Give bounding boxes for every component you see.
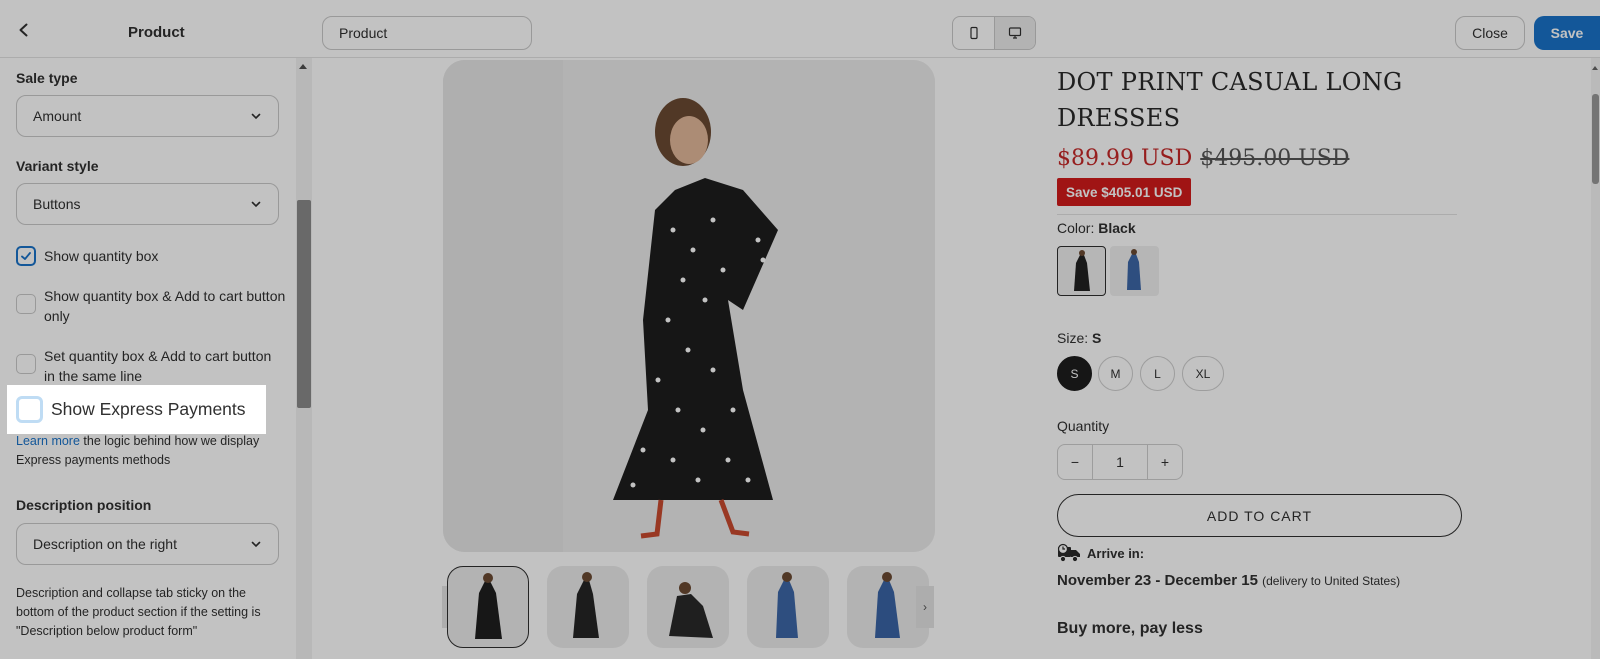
delivery-truck-icon: [1057, 543, 1080, 563]
checkbox-label: Show quantity box: [44, 248, 159, 264]
main-product-image[interactable]: [443, 60, 935, 552]
add-to-cart-button[interactable]: ADD TO CART: [1057, 494, 1462, 537]
show-quantity-box-checkbox[interactable]: Show quantity box: [16, 246, 286, 266]
checkbox-box[interactable]: [16, 396, 43, 423]
checkmark-icon: [21, 252, 31, 260]
color-swatch-black[interactable]: [1057, 246, 1106, 296]
description-position-note: Description and collapse tab sticky on t…: [16, 586, 261, 638]
price-row: $89.99 USD $495.00 USD: [1057, 146, 1349, 171]
quantity-and-cart-only-checkbox[interactable]: Show quantity box & Add to cart button o…: [16, 286, 286, 326]
delivery-dates: November 23 - December 15: [1057, 572, 1258, 589]
express-payments-note: Learn more the logic behind how we displ…: [16, 432, 281, 470]
quantity-decrease-button[interactable]: −: [1058, 445, 1092, 479]
mobile-view-button[interactable]: [953, 17, 994, 49]
thumbnail-strip: [447, 566, 929, 648]
size-option-xl[interactable]: XL: [1182, 356, 1224, 391]
show-express-payments-checkbox[interactable]: Show Express Payments: [7, 385, 266, 434]
checkbox-box[interactable]: [16, 354, 36, 374]
checkbox-label: Set quantity box & Add to cart button in…: [44, 348, 272, 384]
variant-style-value: Buttons: [33, 196, 81, 212]
thumb-next-arrow[interactable]: ›: [916, 586, 934, 628]
delivery-estimate: November 23 - December 15 (delivery to U…: [1057, 572, 1400, 589]
color-label: Color: Black: [1057, 220, 1136, 236]
color-swatch-blue[interactable]: [1110, 246, 1159, 296]
size-option-l[interactable]: L: [1140, 356, 1175, 391]
description-position-heading: Description position: [16, 497, 152, 513]
checkbox-label: Show Express Payments: [51, 399, 246, 419]
thumbnail[interactable]: [547, 566, 629, 648]
quantity-stepper: − 1 +: [1057, 444, 1183, 480]
preview-scrollbar-thumb[interactable]: [1592, 94, 1599, 184]
save-badge: Save $405.01 USD: [1057, 178, 1192, 206]
size-option-m[interactable]: M: [1098, 356, 1133, 391]
color-label-text: Color:: [1057, 220, 1095, 236]
checkbox-label: Show quantity box & Add to cart button o…: [44, 288, 286, 324]
color-value: Black: [1098, 220, 1136, 236]
size-value: S: [1092, 330, 1102, 346]
divider: [1057, 214, 1457, 215]
device-toggle: [952, 16, 1036, 50]
description-position-select[interactable]: Description on the right: [16, 523, 279, 565]
chevron-down-icon: [251, 113, 261, 120]
quantity-label: Quantity: [1057, 418, 1110, 434]
sale-type-heading: Sale type: [16, 70, 78, 86]
variant-style-select[interactable]: Buttons: [16, 183, 279, 225]
chevron-down-icon: [251, 201, 261, 208]
description-position-value: Description on the right: [33, 536, 177, 552]
quantity-increase-button[interactable]: +: [1148, 445, 1182, 479]
preview-scroll-up-arrow[interactable]: [1592, 66, 1598, 70]
thumbnail[interactable]: [647, 566, 729, 648]
mobile-icon: [969, 26, 978, 40]
settings-scrollbar-thumb[interactable]: [297, 200, 311, 408]
checkbox-box[interactable]: [16, 294, 36, 314]
sale-type-select[interactable]: Amount: [16, 95, 279, 137]
arrive-in: Arrive in:: [1057, 542, 1144, 564]
product-title: DOT PRINT CASUAL LONG DRESSES: [1057, 68, 1403, 132]
arrive-label: Arrive in:: [1087, 545, 1145, 561]
product-preview: ‹ › DOT PRINT CASUAL LONG DRESSES $89.99…: [312, 58, 1600, 659]
size-label-text: Size:: [1057, 330, 1089, 346]
thumbnail[interactable]: [447, 566, 529, 648]
compare-price: $495.00 USD: [1200, 146, 1350, 171]
thumbnail[interactable]: [747, 566, 829, 648]
close-button[interactable]: Close: [1455, 16, 1525, 50]
buy-more-heading: Buy more, pay less: [1057, 620, 1203, 637]
quantity-input[interactable]: 1: [1092, 445, 1148, 479]
checkbox-box[interactable]: [16, 246, 36, 266]
sale-price: $89.99 USD: [1057, 146, 1193, 171]
save-button[interactable]: Save: [1534, 16, 1600, 50]
learn-more-link[interactable]: Learn more: [16, 434, 80, 448]
panel-title: Product: [128, 24, 185, 41]
variant-style-heading: Variant style: [16, 158, 99, 174]
sale-type-value: Amount: [33, 108, 82, 124]
chevron-down-icon: [251, 541, 261, 548]
delivery-note: (delivery to United States): [1262, 574, 1401, 588]
desktop-view-button[interactable]: [994, 17, 1035, 49]
scroll-up-arrow[interactable]: [299, 64, 307, 69]
settings-panel: Sale type Amount Variant style Buttons S…: [0, 58, 296, 659]
back-button[interactable]: [12, 18, 36, 42]
dress-model-image: [443, 60, 935, 552]
size-option-s[interactable]: S: [1057, 356, 1092, 391]
editor-topbar: Product Product Close Save: [0, 0, 1600, 58]
chevron-left-icon: [19, 23, 28, 37]
same-line-checkbox[interactable]: Set quantity box & Add to cart button in…: [16, 346, 286, 386]
page-template-select[interactable]: Product: [322, 16, 532, 50]
desktop-icon: [1008, 27, 1022, 39]
size-label: Size: S: [1057, 330, 1101, 346]
